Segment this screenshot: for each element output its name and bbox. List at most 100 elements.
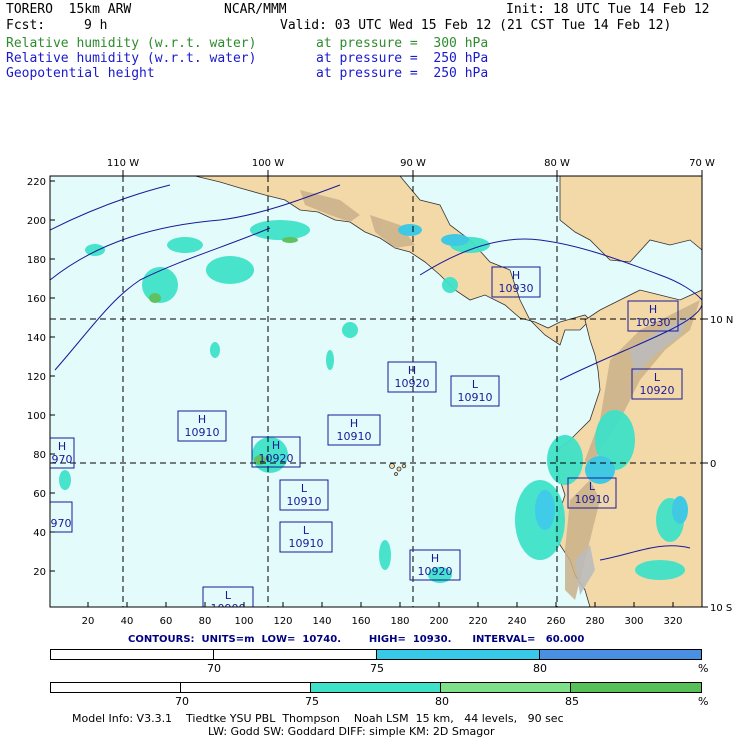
longitude-label: 70 W (689, 158, 715, 169)
grid-x-label: 180 (390, 616, 409, 627)
rh-area (441, 234, 469, 246)
grid-x-label: 100 (234, 616, 253, 627)
rh-area (85, 244, 105, 256)
center-type: L (654, 371, 661, 384)
rh-300-colorbar (50, 682, 702, 693)
grid-x-label: 300 (624, 616, 643, 627)
grid-x-label: 80 (199, 616, 212, 627)
colorbar-segment (540, 650, 701, 659)
grid-x-label: 200 (429, 616, 448, 627)
center-type: H (350, 417, 358, 430)
center-type: L (472, 378, 479, 391)
rh-area (342, 322, 358, 338)
colorbar-tick: 75 (305, 695, 319, 708)
center-type: L (301, 482, 308, 495)
grid-y-label: 60 (33, 489, 46, 500)
grid-x-label: 240 (507, 616, 526, 627)
grid-x-label: 120 (273, 616, 292, 627)
center-value: 10920 (418, 565, 453, 578)
center-type: H (408, 364, 416, 377)
center-type: H (649, 303, 657, 316)
grid-y-label: 220 (27, 177, 46, 188)
center-type: H (431, 552, 439, 565)
latitude-label: 10 S (710, 603, 732, 614)
grid-x-label: 160 (351, 616, 370, 627)
center-value: 10900 (211, 602, 246, 615)
rh-area (672, 496, 688, 524)
center-value: 10910 (458, 391, 493, 404)
longitude-label: 90 W (400, 158, 426, 169)
grid-y-label: 40 (33, 528, 46, 539)
colorbar-segment (214, 650, 377, 659)
rh-area (206, 256, 254, 284)
center-value: 970 (52, 453, 73, 466)
grid-y-label: 100 (27, 411, 46, 422)
colorbar-tick: 70 (175, 695, 189, 708)
longitude-label: 100 W (252, 158, 284, 169)
center-value: 10910 (287, 495, 322, 508)
colorbar-segment (51, 650, 214, 659)
colorbar-tick: 85 (565, 695, 579, 708)
center-type: H (272, 439, 280, 452)
rh-area (379, 540, 391, 570)
grid-x-label: 260 (546, 616, 565, 627)
center-value: 10910 (575, 493, 610, 506)
rh-area (210, 342, 220, 358)
rh-area (635, 560, 685, 580)
grid-y-label: 120 (27, 372, 46, 383)
rh-250-colorbar (50, 649, 702, 660)
rh-area (149, 293, 161, 303)
center-value: 10920 (395, 377, 430, 390)
center-type: L (225, 589, 232, 602)
grid-y-label: 20 (33, 567, 46, 578)
grid-y-label: 160 (27, 294, 46, 305)
rh-area (167, 237, 203, 253)
latitude-label: 10 N (710, 315, 733, 326)
rh-area (282, 237, 298, 243)
grid-y-label: 80 (33, 450, 46, 461)
grid-x-label: 40 (121, 616, 134, 627)
rh-area (59, 470, 71, 490)
model-info-line-2: LW: Godd SW: Goddard DIFF: simple KM: 2D… (208, 725, 495, 738)
colorbar-segment (51, 683, 181, 692)
center-type: H (512, 269, 520, 282)
grid-x-label: 220 (468, 616, 487, 627)
colorbar-segment (571, 683, 701, 692)
grid-x-label: 20 (82, 616, 95, 627)
latitude-label: 0 (710, 459, 716, 470)
colorbar-tick: 80 (533, 662, 547, 675)
longitude-label: 110 W (107, 158, 139, 169)
colorbar-segment (377, 650, 540, 659)
rh-area (398, 224, 422, 236)
center-value: 10920 (640, 384, 675, 397)
colorbar-segment (311, 683, 441, 692)
colorbar-tick: 70 (207, 662, 221, 675)
center-value: 10920 (259, 452, 294, 465)
forecast-map: H10930H10930H10920 L10910L10920H10910H109… (27, 158, 733, 627)
longitude-label: 80 W (544, 158, 570, 169)
colorbar-tick: 80 (435, 695, 449, 708)
colorbar-segment (181, 683, 311, 692)
center-type: L (303, 524, 310, 537)
rh-area (326, 350, 334, 370)
center-value: 970 (51, 517, 72, 530)
center-value: 10930 (636, 316, 671, 329)
grid-x-label: 140 (312, 616, 331, 627)
colorbar-tick: 75 (370, 662, 384, 675)
rh-area (535, 490, 555, 530)
grid-y-label: 180 (27, 255, 46, 266)
grid-y-label: 140 (27, 333, 46, 344)
colorbar-unit: % (698, 662, 709, 675)
center-value: 10910 (337, 430, 372, 443)
model-info-line-1: Model Info: V3.3.1 Tiedtke YSU PBL Thomp… (72, 712, 564, 725)
center-type: L (589, 480, 596, 493)
center-value: 10910 (289, 537, 324, 550)
center-type: H (58, 440, 66, 453)
center-value: 10910 (185, 426, 220, 439)
grid-x-label: 280 (585, 616, 604, 627)
grid-x-label: 320 (663, 616, 682, 627)
colorbar-segment (441, 683, 571, 692)
colorbar-unit: % (698, 695, 709, 708)
rh-area (442, 277, 458, 293)
contour-info: CONTOURS: UNITS=m LOW= 10740. HIGH= 1093… (128, 634, 585, 645)
